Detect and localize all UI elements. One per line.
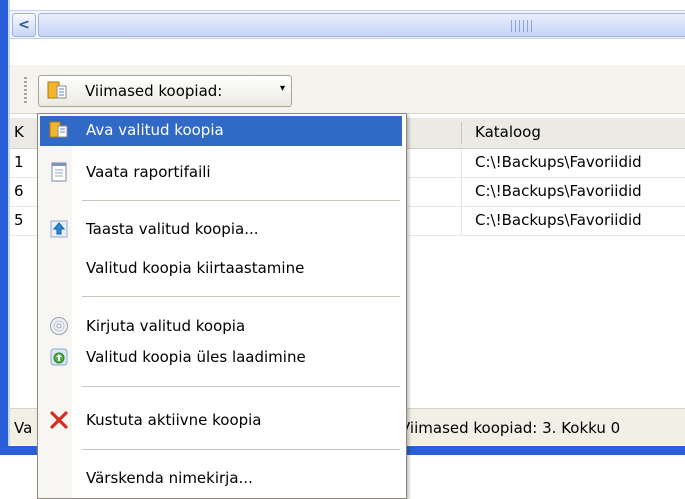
folder-open-icon <box>47 81 67 99</box>
menu-item-label: Värskenda nimekirja... <box>86 469 253 487</box>
delete-x-icon <box>50 411 68 429</box>
menu-separator <box>82 200 400 201</box>
menu-item-label: Ava valitud koopia <box>86 121 224 139</box>
recent-backups-dropdown[interactable]: Viimased koopiad: ▾ <box>38 75 292 107</box>
menu-item-refresh-list[interactable]: Värskenda nimekirja... <box>40 464 402 494</box>
menu-item-delete-active-backup[interactable]: Kustuta aktiivne koopia <box>40 406 402 436</box>
row-kataloog-cell: C:\!Backups\Favoriidid <box>475 182 642 200</box>
menu-separator <box>82 296 400 297</box>
window-frame-left <box>0 0 8 455</box>
scroll-left-button[interactable]: < <box>12 13 36 37</box>
folder-open-icon <box>49 121 68 138</box>
menu-item-label: Vaata raportifaili <box>86 163 211 181</box>
recent-backups-label: Viimased koopiad: <box>85 82 223 100</box>
menu-item-label: Kustuta aktiivne koopia <box>86 411 262 429</box>
menu-item-label: Valitud koopia üles laadimine <box>86 348 306 366</box>
scrollbar-thumb[interactable] <box>38 13 685 37</box>
row-divider <box>461 207 462 235</box>
menu-item-label: Kirjuta valitud koopia <box>86 317 246 335</box>
report-file-icon <box>51 162 67 182</box>
horizontal-scrollbar[interactable]: < <box>10 10 685 39</box>
menu-item-view-report[interactable]: Vaata raportifaili <box>40 158 402 188</box>
cd-burn-icon <box>50 317 68 335</box>
column-header-kataloog[interactable]: Kataloog <box>475 123 541 141</box>
row-k-cell: 6 <box>14 182 24 200</box>
row-kataloog-cell: C:\!Backups\Favoriidid <box>475 153 642 171</box>
menu-item-open-selected-backup[interactable]: Ava valitud koopia <box>40 116 402 146</box>
row-k-cell: 5 <box>14 211 24 229</box>
row-k-cell: 1 <box>14 153 24 171</box>
chevron-down-icon: ▾ <box>279 83 285 94</box>
context-menu: Ava valitud koopia Vaata raportifaili Ta… <box>37 113 407 499</box>
menu-item-label: Taasta valitud koopia... <box>86 220 259 238</box>
status-text-summary: Viimased koopiad: 3. Kokku 0 <box>400 419 621 437</box>
upload-icon <box>50 348 68 366</box>
menu-item-burn-selected-backup[interactable]: Kirjuta valitud koopia <box>40 312 402 342</box>
row-divider <box>461 178 462 206</box>
toolbar-grip-handle[interactable] <box>24 77 27 103</box>
toolbar: Viimased koopiad: ▾ <box>10 65 685 114</box>
scrollbar-grip-icon <box>511 20 533 32</box>
row-kataloog-cell: C:\!Backups\Favoriidid <box>475 211 642 229</box>
column-divider[interactable] <box>461 122 462 144</box>
status-text-left: Va <box>14 419 33 437</box>
menu-item-upload-selected-backup[interactable]: Valitud koopia üles laadimine <box>40 343 402 373</box>
menu-item-quick-restore[interactable]: Valitud koopia kiirtaastamine <box>40 254 402 284</box>
row-divider <box>461 149 462 177</box>
column-header-k[interactable]: K <box>14 123 24 141</box>
menu-separator <box>82 449 400 450</box>
menu-item-label: Valitud koopia kiirtaastamine <box>86 259 305 277</box>
menu-separator <box>82 386 400 387</box>
menu-item-restore-selected-backup[interactable]: Taasta valitud koopia... <box>40 215 402 245</box>
restore-icon <box>50 220 68 238</box>
